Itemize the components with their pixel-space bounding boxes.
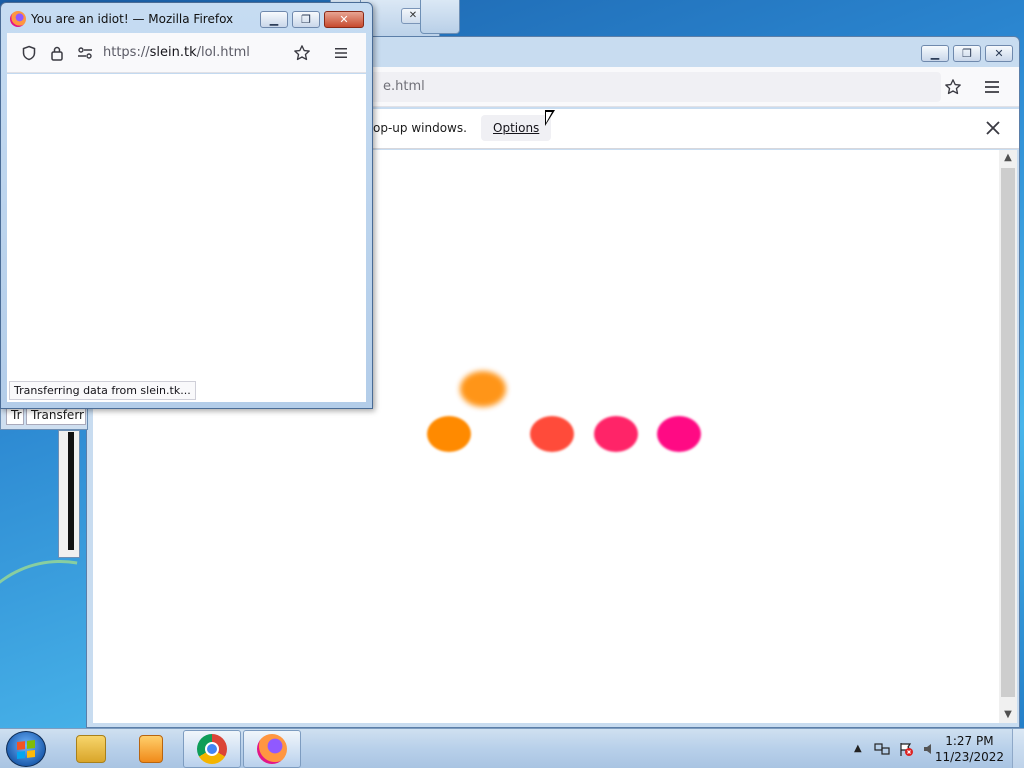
action-center-flag-icon[interactable] — [898, 741, 914, 761]
firefox-logo-icon — [10, 11, 26, 27]
restore-button[interactable]: ❐ — [292, 11, 320, 28]
background-window-frame — [420, 0, 460, 34]
folder-icon — [76, 735, 106, 763]
options-button[interactable]: Options — [481, 115, 552, 141]
network-icon[interactable] — [874, 741, 890, 761]
minimize-button[interactable]: ▁ — [260, 11, 288, 28]
loading-dot — [460, 371, 506, 407]
close-button[interactable]: ✕ — [324, 11, 364, 28]
close-button[interactable]: ✕ — [985, 45, 1013, 62]
bookmark-star-icon[interactable] — [941, 75, 965, 99]
vertical-scrollbar[interactable]: ▲ ▼ — [999, 150, 1017, 723]
chrome-icon — [197, 734, 227, 764]
scroll-down-arrow-icon[interactable]: ▼ — [999, 707, 1017, 723]
popup-url-text[interactable]: https://slein.tk/lol.html — [103, 45, 250, 60]
show-hidden-icons-icon[interactable]: ▲ — [854, 743, 862, 754]
permissions-icon[interactable] — [73, 41, 97, 65]
taskbar-firefox-button[interactable] — [243, 730, 301, 768]
taskbar-explorer-button[interactable] — [62, 730, 120, 768]
window-controls: ▁ ❐ ✕ — [260, 11, 364, 28]
window-title: You are an idiot! — Mozilla Firefox — [31, 12, 234, 26]
scroll-up-arrow-icon[interactable]: ▲ — [999, 150, 1017, 166]
url-scheme: https:// — [103, 45, 150, 60]
clock[interactable]: 1:27 PM 11/23/2022 — [935, 733, 1004, 765]
loading-dot — [594, 416, 638, 452]
window-controls: ▁ ❐ ✕ — [921, 45, 1013, 62]
system-tray: ▲ 1:27 PM 11/23/2022 — [834, 729, 1024, 768]
loading-dot — [657, 416, 701, 452]
media-player-icon — [139, 735, 163, 763]
restore-button[interactable]: ❐ — [953, 45, 981, 62]
taskbar: ▲ 1:27 PM 11/23/2022 — [0, 728, 1024, 768]
url-path: /lol.html — [196, 45, 250, 60]
loading-dot — [530, 416, 574, 452]
bookmark-star-icon[interactable] — [290, 41, 314, 65]
show-desktop-button[interactable] — [1012, 729, 1024, 768]
firefox-icon — [257, 734, 287, 764]
taskbar-media-player-button[interactable] — [122, 730, 180, 768]
hamburger-menu-icon[interactable] — [329, 41, 353, 65]
notification-text: op-up windows. — [373, 121, 467, 135]
clock-time: 1:27 PM — [945, 734, 994, 748]
close-notification-icon[interactable] — [985, 117, 1001, 141]
loading-dot — [427, 416, 471, 452]
url-text: e.html — [383, 79, 425, 94]
start-button[interactable] — [6, 731, 46, 767]
lock-icon[interactable] — [45, 41, 69, 65]
minimize-button[interactable]: ▁ — [921, 45, 949, 62]
hamburger-menu-icon[interactable] — [980, 75, 1004, 99]
popup-browser-window: You are an idiot! — Mozilla Firefox ▁ ❐ … — [0, 2, 373, 409]
scrollbar-thumb[interactable] — [1001, 168, 1015, 697]
popup-page-content: Transferring data from slein.tk... — [7, 74, 366, 402]
url-host: slein.tk — [149, 45, 197, 60]
mouse-cursor-icon — [545, 110, 555, 126]
popup-toolbar: https://slein.tk/lol.html — [7, 33, 366, 73]
taskbar-chrome-button[interactable] — [183, 730, 241, 768]
shield-icon[interactable] — [17, 41, 41, 65]
background-window-scrollbar — [68, 432, 74, 550]
status-text: Transferring data from slein.tk... — [9, 381, 196, 400]
clock-date: 11/23/2022 — [934, 750, 1004, 764]
windows-logo-icon — [17, 740, 35, 759]
